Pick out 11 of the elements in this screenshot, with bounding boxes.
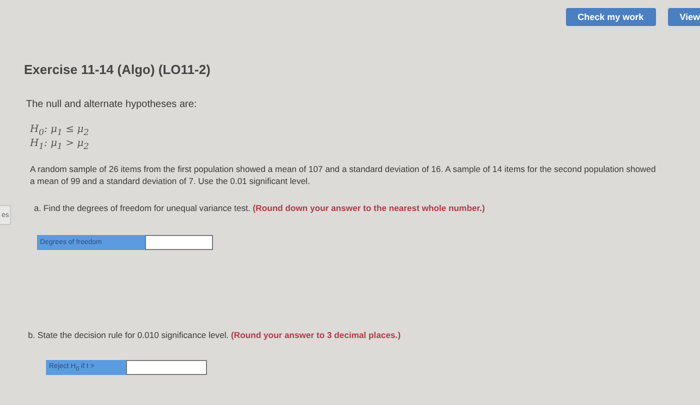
toolbar-button[interactable]: View bbox=[668, 8, 700, 26]
toolbar-button[interactable]: Check my work bbox=[566, 8, 656, 26]
question-text: a. Find the degrees of freedom for unequal variance test. (Round down your answer to the nearest whole number.) bbox=[34, 203, 486, 213]
exercise-title: Exercise 11-14 (Algo) (LO11-2) bbox=[24, 62, 212, 77]
question-text: b. State the decision rule for 0.010 significance level. (Round your answer to 3 decimal places.) bbox=[28, 330, 402, 340]
intro-text: The null and alternate hypotheses are: bbox=[26, 99, 198, 110]
hypothesis: H$_{0}$: μ$_{1}$ ≤ μ$_{2}$ bbox=[30, 124, 90, 137]
answer-field[interactable] bbox=[145, 235, 213, 250]
problem-text: A random sample of 26 items from the first population showed a mean of 107 and a standard deviation of 16. A sample of 14 items for the second population showed a mean of 99 and a standard deviation of 7. Use the 0.01 significant level. bbox=[30, 163, 657, 187]
answer-field[interactable] bbox=[126, 360, 207, 375]
hypothesis: H$_{1}$: μ$_{1}$ > μ$_{2}$ bbox=[30, 138, 90, 151]
